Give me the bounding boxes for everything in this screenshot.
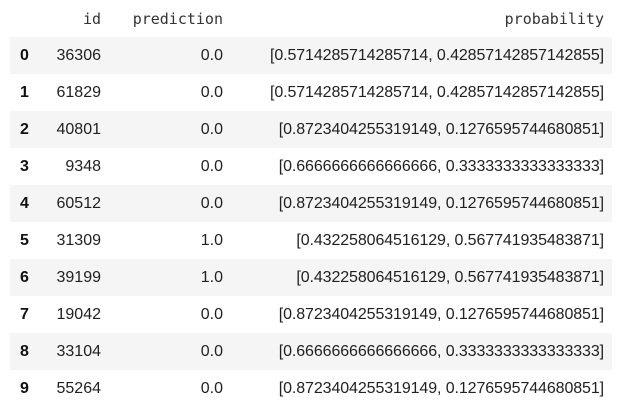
cell-id: 55264 — [56, 379, 102, 397]
row-index: 8 — [20, 342, 29, 360]
table-row: 8 33104 0.0 [0.6666666666666666, 0.33333… — [10, 333, 612, 370]
row-index: 1 — [20, 83, 29, 101]
cell-prediction: 0.0 — [200, 194, 223, 212]
cell-prediction: 0.0 — [200, 305, 223, 323]
cell-id: 39199 — [56, 268, 102, 286]
cell-probability: [0.8723404255319149, 0.1276595744680851] — [278, 194, 604, 212]
row-index: 9 — [20, 379, 29, 397]
cell-probability: [0.5714285714285714, 0.42857142857142855… — [269, 46, 604, 64]
cell-prediction: 0.0 — [200, 379, 223, 397]
cell-id: 36306 — [56, 46, 102, 64]
row-index: 5 — [20, 231, 29, 249]
table-row: 4 60512 0.0 [0.8723404255319149, 0.12765… — [10, 185, 612, 222]
cell-id: 9348 — [65, 157, 101, 175]
table-row: 9 55264 0.0 [0.8723404255319149, 0.12765… — [10, 370, 612, 407]
cell-id: 40801 — [56, 120, 102, 138]
cell-prediction: 0.0 — [200, 46, 223, 64]
table-row: 0 36306 0.0 [0.5714285714285714, 0.42857… — [10, 37, 612, 74]
table-row: 5 31309 1.0 [0.432258064516129, 0.567741… — [10, 222, 612, 259]
table-row: 6 39199 1.0 [0.432258064516129, 0.567741… — [10, 259, 612, 296]
cell-probability: [0.432258064516129, 0.567741935483871] — [296, 231, 604, 249]
cell-prediction: 1.0 — [200, 231, 223, 249]
cell-probability: [0.6666666666666666, 0.3333333333333333] — [278, 157, 604, 175]
cell-prediction: 0.0 — [200, 120, 223, 138]
table-row: 3 9348 0.0 [0.6666666666666666, 0.333333… — [10, 148, 612, 185]
table-row: 7 19042 0.0 [0.8723404255319149, 0.12765… — [10, 296, 612, 333]
header-probability: probability — [504, 9, 604, 28]
dataframe-table: id prediction probability 0 36306 0.0 [0… — [10, 0, 612, 407]
header-id: id — [82, 9, 101, 28]
cell-probability: [0.8723404255319149, 0.1276595744680851] — [278, 120, 604, 138]
cell-id: 60512 — [56, 194, 102, 212]
cell-id: 33104 — [56, 342, 102, 360]
cell-prediction: 1.0 — [200, 268, 223, 286]
table-body: 0 36306 0.0 [0.5714285714285714, 0.42857… — [10, 37, 612, 407]
header-row: id prediction probability — [10, 0, 612, 37]
cell-id: 19042 — [56, 305, 102, 323]
cell-probability: [0.432258064516129, 0.567741935483871] — [296, 268, 604, 286]
row-index: 2 — [20, 120, 29, 138]
cell-prediction: 0.0 — [200, 157, 223, 175]
cell-prediction: 0.0 — [200, 83, 223, 101]
table-row: 1 61829 0.0 [0.5714285714285714, 0.42857… — [10, 74, 612, 111]
row-index: 3 — [20, 157, 29, 175]
row-index: 7 — [20, 305, 29, 323]
cell-probability: [0.5714285714285714, 0.42857142857142855… — [269, 83, 604, 101]
cell-probability: [0.8723404255319149, 0.1276595744680851] — [278, 305, 604, 323]
row-index: 0 — [20, 46, 29, 64]
dataframe-output: id prediction probability 0 36306 0.0 [0… — [0, 0, 623, 414]
cell-id: 61829 — [56, 83, 102, 101]
cell-probability: [0.6666666666666666, 0.3333333333333333] — [278, 342, 604, 360]
cell-probability: [0.8723404255319149, 0.1276595744680851] — [278, 379, 604, 397]
row-index: 6 — [20, 268, 29, 286]
header-index — [10, 0, 38, 37]
table-row: 2 40801 0.0 [0.8723404255319149, 0.12765… — [10, 111, 612, 148]
header-prediction: prediction — [132, 9, 223, 28]
cell-prediction: 0.0 — [200, 342, 223, 360]
row-index: 4 — [20, 194, 29, 212]
table-header: id prediction probability — [10, 0, 612, 37]
cell-id: 31309 — [56, 231, 102, 249]
